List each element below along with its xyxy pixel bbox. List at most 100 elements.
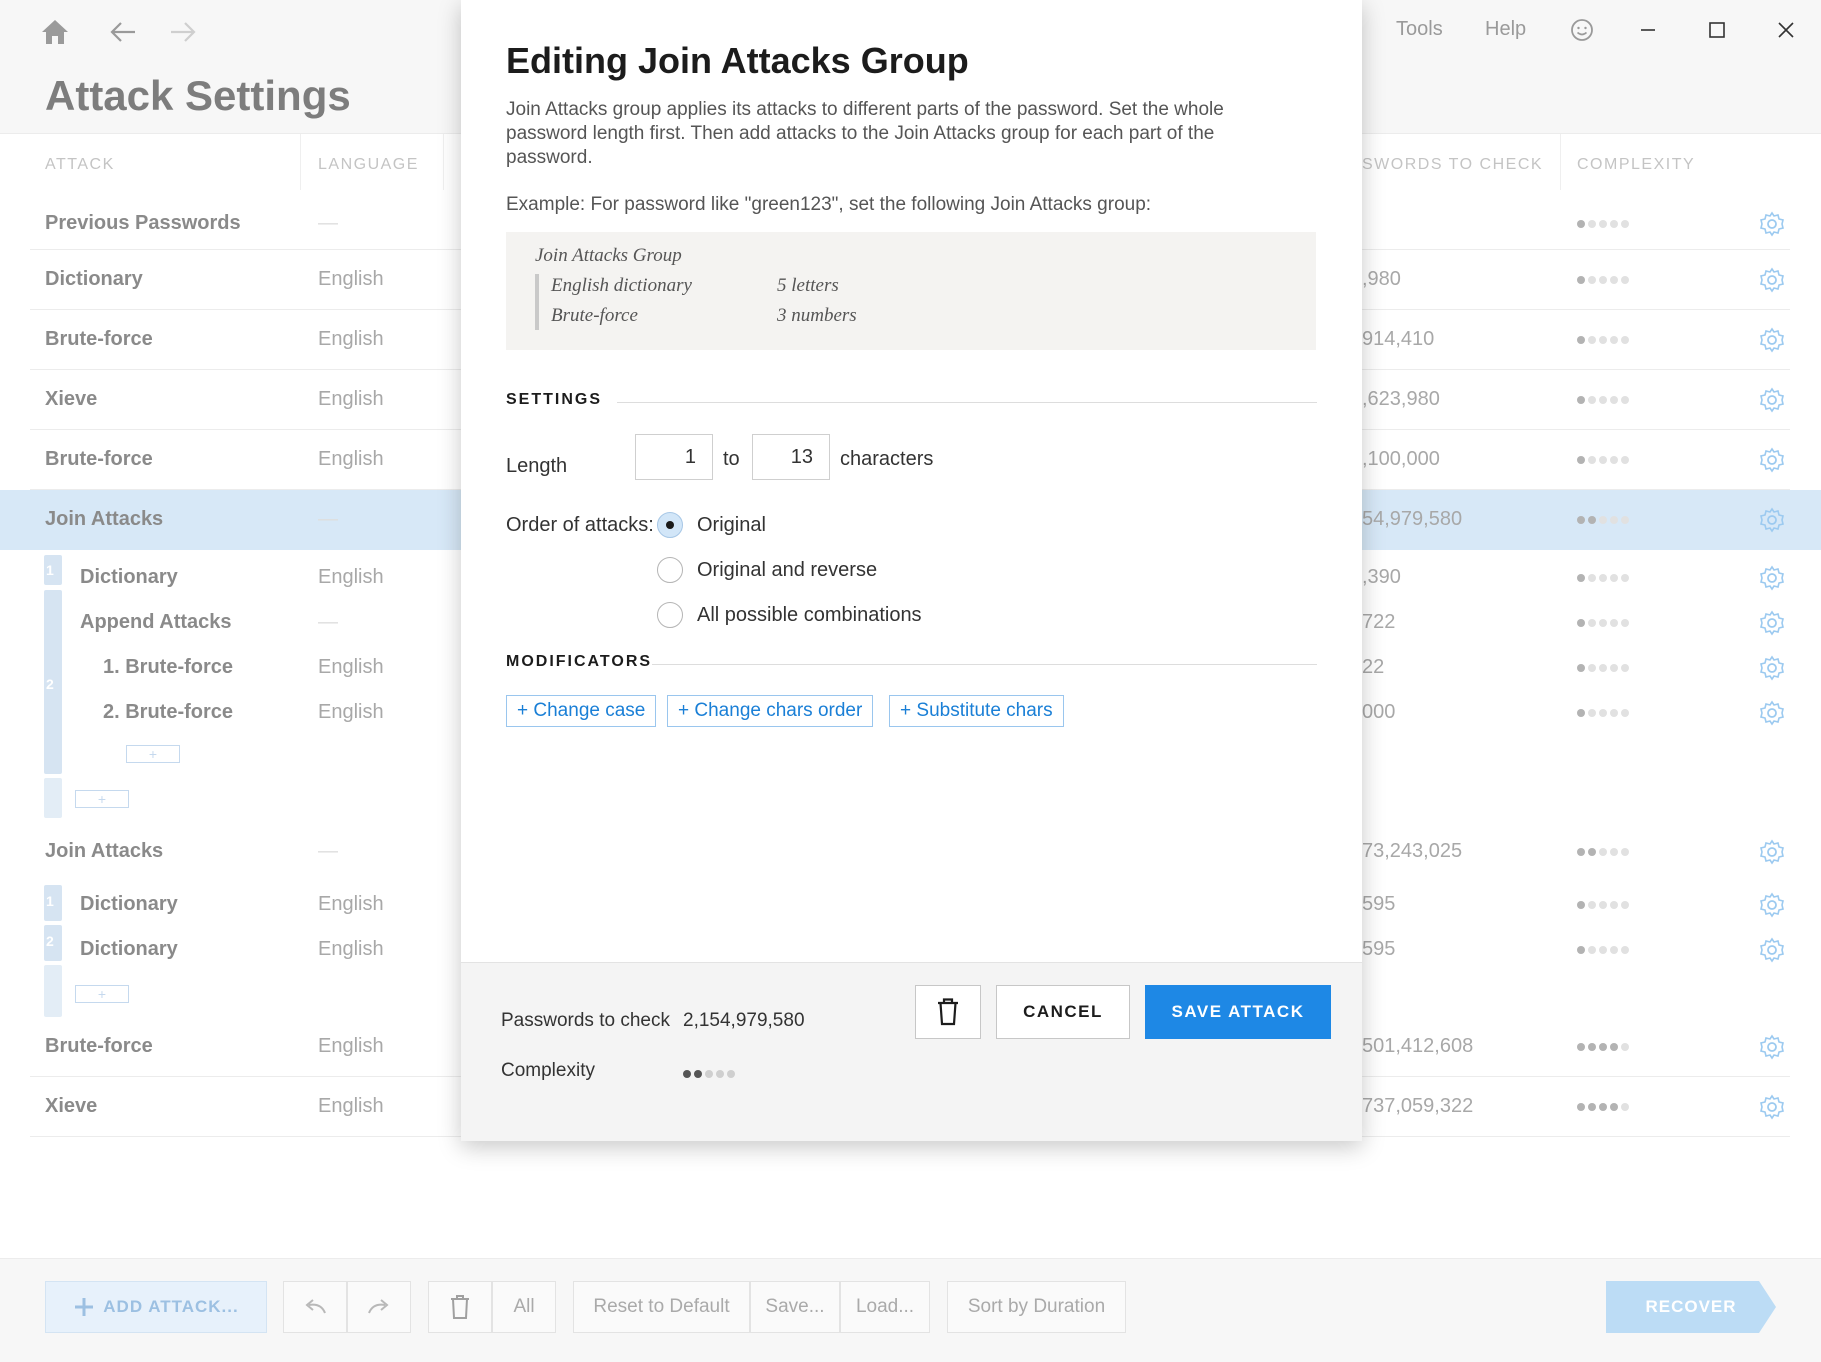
attack-passwords-to-check: 595 bbox=[1362, 893, 1396, 915]
gear-icon[interactable] bbox=[1759, 700, 1785, 726]
recover-button[interactable]: RECOVER bbox=[1606, 1281, 1776, 1333]
delete-attack-button[interactable] bbox=[915, 985, 981, 1039]
gear-icon[interactable] bbox=[1759, 447, 1785, 473]
complexity-dot bbox=[1577, 709, 1585, 717]
add-segment-button[interactable]: + bbox=[75, 790, 129, 808]
attack-language: — bbox=[318, 212, 338, 234]
attack-passwords-to-check: 501,412,608 bbox=[1362, 1035, 1474, 1057]
gear-icon[interactable] bbox=[1759, 211, 1785, 237]
complexity-dot bbox=[1588, 1043, 1596, 1051]
delete-button[interactable] bbox=[428, 1281, 492, 1333]
menu-help[interactable]: Help bbox=[1485, 18, 1526, 41]
attack-name: Dictionary bbox=[45, 268, 143, 290]
redo-icon bbox=[368, 1299, 389, 1314]
gear-icon[interactable] bbox=[1759, 1094, 1785, 1120]
complexity-dot bbox=[1588, 396, 1596, 404]
complexity-dot bbox=[1610, 516, 1618, 524]
attack-name: Join Attacks bbox=[45, 508, 164, 530]
undo-icon bbox=[305, 1299, 326, 1314]
complexity-dot bbox=[694, 1070, 702, 1078]
add-to-append-button[interactable]: + bbox=[126, 745, 180, 763]
smiley-feedback-icon[interactable] bbox=[1564, 14, 1600, 46]
gear-icon[interactable] bbox=[1759, 327, 1785, 353]
order-all-combinations-label[interactable]: All possible combinations bbox=[697, 604, 922, 627]
complexity-dot bbox=[1577, 664, 1585, 672]
column-header-passwords-to-check[interactable]: SWORDS TO CHECK bbox=[1362, 156, 1543, 174]
dialog-description: Join Attacks group applies its attacks t… bbox=[506, 99, 1224, 168]
add-substitute-chars-button[interactable]: + Substitute chars bbox=[889, 695, 1064, 727]
gear-icon[interactable] bbox=[1759, 839, 1785, 865]
close-icon[interactable] bbox=[1768, 14, 1804, 46]
complexity-dot bbox=[1577, 574, 1585, 582]
redo-button[interactable] bbox=[347, 1281, 411, 1333]
reset-to-default-button[interactable]: Reset to Default bbox=[573, 1281, 750, 1333]
edit-join-attacks-dialog: Editing Join Attacks Group Join Attacks … bbox=[461, 0, 1362, 1141]
complexity-dot bbox=[1621, 946, 1629, 954]
complexity-dot bbox=[1621, 574, 1629, 582]
order-original-label[interactable]: Original bbox=[697, 514, 766, 537]
plus-icon bbox=[75, 1298, 94, 1316]
attack-name: Dictionary bbox=[80, 938, 178, 960]
undo-button[interactable] bbox=[283, 1281, 347, 1333]
gear-icon[interactable] bbox=[1759, 610, 1785, 636]
home-icon[interactable] bbox=[37, 14, 73, 50]
order-all-combinations-radio[interactable] bbox=[657, 602, 683, 628]
add-attack-button[interactable]: ADD ATTACK... bbox=[45, 1281, 267, 1333]
attack-name: Xieve bbox=[45, 388, 98, 410]
order-of-attacks-label: Order of attacks: bbox=[506, 514, 654, 536]
complexity-indicator bbox=[1577, 456, 1637, 466]
complexity-dot bbox=[1610, 848, 1618, 856]
complexity-indicator bbox=[1577, 336, 1637, 346]
order-original-and-reverse-label[interactable]: Original and reverse bbox=[697, 559, 877, 582]
length-max-input[interactable]: 13 bbox=[752, 434, 830, 480]
complexity-dot bbox=[1599, 456, 1607, 464]
all-button[interactable]: All bbox=[492, 1281, 556, 1333]
cancel-button[interactable]: CANCEL bbox=[996, 985, 1130, 1039]
attack-name: 2. Brute-force bbox=[103, 701, 234, 723]
page-title: Attack Settings bbox=[45, 72, 351, 119]
column-header-language[interactable]: LANGUAGE bbox=[318, 156, 419, 174]
gear-icon[interactable] bbox=[1759, 655, 1785, 681]
complexity-dot bbox=[705, 1070, 713, 1078]
add-change-case-button[interactable]: + Change case bbox=[506, 695, 657, 727]
column-header-attack[interactable]: ATTACK bbox=[45, 156, 115, 174]
length-min-input[interactable]: 1 bbox=[635, 434, 713, 480]
minimize-icon[interactable] bbox=[1630, 14, 1666, 46]
attack-language: English bbox=[318, 1035, 384, 1057]
forward-arrow-icon[interactable] bbox=[165, 14, 201, 50]
order-original-and-reverse-radio[interactable] bbox=[657, 557, 683, 583]
gear-icon[interactable] bbox=[1759, 892, 1785, 918]
gear-icon[interactable] bbox=[1759, 507, 1785, 533]
example-item-name: Brute-force bbox=[551, 305, 638, 326]
gear-icon[interactable] bbox=[1759, 1034, 1785, 1060]
complexity-dot bbox=[683, 1070, 691, 1078]
order-original-radio[interactable] bbox=[657, 512, 683, 538]
menu-tools[interactable]: Tools bbox=[1396, 18, 1443, 41]
attack-passwords-to-check: 722 bbox=[1362, 611, 1396, 633]
attack-language: — bbox=[318, 508, 338, 530]
attack-passwords-to-check: 737,059,322 bbox=[1362, 1095, 1474, 1117]
back-arrow-icon[interactable] bbox=[105, 14, 141, 50]
attack-passwords-to-check: 54,979,580 bbox=[1362, 508, 1463, 530]
save-attack-button[interactable]: SAVE ATTACK bbox=[1145, 985, 1331, 1039]
maximize-icon[interactable] bbox=[1699, 14, 1735, 46]
column-header-complexity[interactable]: COMPLEXITY bbox=[1577, 156, 1695, 174]
attack-language: English bbox=[318, 1095, 384, 1117]
complexity-dot bbox=[1621, 220, 1629, 228]
complexity-dot bbox=[1577, 619, 1585, 627]
save-settings-button[interactable]: Save... bbox=[750, 1281, 840, 1333]
add-segment-button[interactable]: + bbox=[75, 985, 129, 1003]
load-settings-button[interactable]: Load... bbox=[840, 1281, 930, 1333]
gear-icon[interactable] bbox=[1759, 937, 1785, 963]
gear-icon[interactable] bbox=[1759, 267, 1785, 293]
sort-by-duration-button[interactable]: Sort by Duration bbox=[947, 1281, 1126, 1333]
characters-label: characters bbox=[840, 448, 934, 470]
attack-name: Append Attacks bbox=[80, 611, 232, 633]
gear-icon[interactable] bbox=[1759, 387, 1785, 413]
attack-passwords-to-check: 914,410 bbox=[1362, 328, 1435, 350]
gear-icon[interactable] bbox=[1759, 565, 1785, 591]
complexity-indicator bbox=[683, 1070, 738, 1088]
length-label: Length bbox=[506, 455, 568, 477]
complexity-dot bbox=[1610, 1043, 1618, 1051]
add-change-chars-order-button[interactable]: + Change chars order bbox=[667, 695, 874, 727]
